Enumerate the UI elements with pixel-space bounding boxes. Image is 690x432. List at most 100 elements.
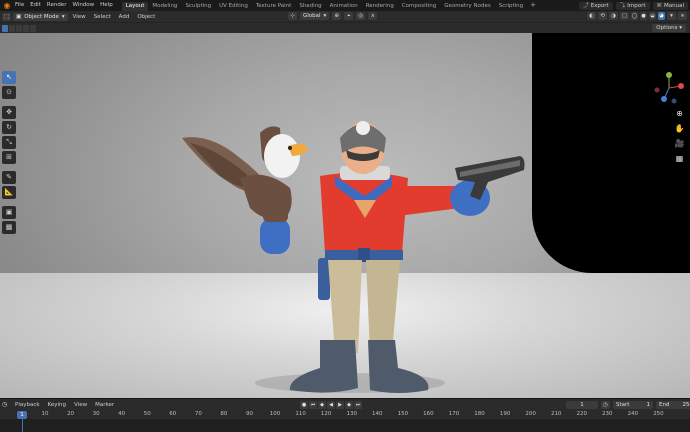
add-workspace-icon[interactable]: + (527, 0, 539, 11)
menu-object[interactable]: Object (134, 14, 158, 20)
clock-icon[interactable]: ◷ (601, 401, 610, 409)
sidebar-toggle-icon[interactable]: ⏸ (678, 12, 687, 20)
tab-texture-paint[interactable]: Texture Paint (252, 2, 296, 11)
tab-uv-editing[interactable]: UV Editing (215, 2, 252, 11)
add-object-icon[interactable]: ▩ (2, 221, 16, 234)
timeline-area[interactable]: 10 20 30 40 50 60 70 80 90 100 110 120 130 140 150 160 1… (0, 410, 690, 432)
transform-orientation-icon[interactable]: ⊹ (288, 12, 297, 20)
select-box-icon[interactable]: ↖ (2, 71, 16, 84)
menu-select[interactable]: Select (91, 14, 114, 20)
timeline-editor-icon[interactable]: ◷ (2, 401, 11, 409)
left-toolbar: ↖ ⊙ ✥ ↻ ⤡ ⊞ ✎ 📐 ▣ ▩ (2, 71, 17, 234)
menu-keying[interactable]: Keying (44, 402, 70, 408)
overlays-icon[interactable]: ◑ (609, 12, 618, 20)
navigation-gizmo[interactable] (652, 71, 686, 105)
select-subtract-icon[interactable] (16, 24, 22, 32)
cursor-icon[interactable]: ⊙ (2, 86, 16, 99)
prev-key-icon[interactable]: ◆ (318, 401, 326, 409)
blender-logo-icon[interactable]: ◉ (2, 1, 12, 10)
playhead[interactable]: 1 (17, 411, 27, 419)
rotate-icon[interactable]: ↻ (2, 121, 16, 134)
select-new-icon[interactable] (2, 24, 8, 32)
tab-modeling[interactable]: Modeling (148, 2, 181, 11)
select-invert-icon[interactable] (23, 24, 29, 32)
rendered-shading-icon[interactable]: ◕ (658, 12, 665, 20)
visibility-icon[interactable]: ◐ (587, 12, 596, 20)
tab-shading[interactable]: Shading (295, 2, 325, 11)
orientation-dropdown[interactable]: Global ▾ (300, 12, 330, 20)
wireframe-shading-icon[interactable]: ◯ (631, 12, 638, 20)
menu-add[interactable]: Add (116, 14, 133, 20)
falloff-icon[interactable]: ∧ (368, 12, 378, 20)
solid-shading-icon[interactable]: ● (640, 12, 647, 20)
chevron-down-icon: ▾ (323, 13, 327, 19)
grid-perspective-icon[interactable]: ▦ (674, 153, 685, 164)
proportional-edit-icon[interactable]: ◎ (356, 12, 366, 20)
camera-view-icon[interactable]: 🎥 (674, 138, 685, 149)
current-frame-field[interactable]: 1 (566, 401, 598, 409)
menu-playback[interactable]: Playback (11, 402, 44, 408)
frame-tick-label: 10 (41, 411, 49, 417)
viewport-nav-icons: ⊕ ✋ 🎥 ▦ (674, 108, 685, 164)
record-icon[interactable]: ● (300, 401, 308, 409)
frame-tick-label: 100 (269, 411, 281, 417)
export-button[interactable]: ⤴ Export (579, 1, 613, 10)
play-reverse-icon[interactable]: ◀ (327, 401, 335, 409)
tab-animation[interactable]: Animation (326, 2, 362, 11)
menu-window[interactable]: Window (69, 0, 97, 11)
3d-viewport[interactable]: ↖ ⊙ ✥ ↻ ⤡ ⊞ ✎ 📐 ▣ ▩ ⊕ ✋ 🎥 ▦ (0, 33, 690, 398)
menu-help[interactable]: Help (97, 0, 116, 11)
measure-icon[interactable]: 📐 (2, 186, 16, 199)
import-icon: ⤵ (619, 2, 626, 9)
move-icon[interactable]: ✥ (2, 106, 16, 119)
pivot-icon[interactable]: ⊕ (332, 12, 342, 20)
menu-file[interactable]: File (12, 0, 27, 11)
frame-tick-label: 210 (550, 411, 562, 417)
character-model[interactable] (170, 78, 530, 398)
menu-render[interactable]: Render (44, 0, 70, 11)
tab-sculpting[interactable]: Sculpting (181, 2, 215, 11)
export-icon: ⤴ (583, 2, 589, 9)
mode-dropdown[interactable]: ▣ Object Mode ▾ (13, 12, 68, 21)
frame-tick-label: 170 (448, 411, 460, 417)
menu-edit[interactable]: Edit (27, 0, 44, 11)
tab-geometry-nodes[interactable]: Geometry Nodes (440, 2, 494, 11)
add-cube-icon[interactable]: ▣ (2, 206, 16, 219)
zoom-icon[interactable]: ⊕ (674, 108, 685, 119)
frame-tick-label: 120 (320, 411, 332, 417)
gizmo-toggle-icon[interactable]: ⟲ (598, 12, 607, 20)
tab-rendering[interactable]: Rendering (362, 2, 398, 11)
play-icon[interactable]: ▶ (336, 401, 344, 409)
frame-tick-label: 50 (143, 411, 151, 417)
select-intersect-icon[interactable] (30, 24, 36, 32)
options-dropdown[interactable]: Options ▾ (652, 24, 686, 32)
manual-button[interactable]: ⌘ Manual (652, 1, 688, 10)
tab-scripting[interactable]: Scripting (495, 2, 527, 11)
shading-options-icon[interactable]: ▾ (667, 12, 676, 20)
transform-icon[interactable]: ⊞ (2, 151, 16, 164)
frame-ruler[interactable]: 10 20 30 40 50 60 70 80 90 100 110 120 130 140 150 160 1… (0, 410, 690, 419)
jump-start-icon[interactable]: ⏮ (309, 401, 317, 409)
frame-tick-label: 140 (372, 411, 383, 417)
tab-layout[interactable]: Layout (121, 1, 149, 11)
snap-icon[interactable]: ⌖ (344, 12, 354, 20)
start-frame-field[interactable]: Start 1 (613, 401, 653, 409)
material-shading-icon[interactable]: ◒ (649, 12, 656, 20)
frame-tick-label: 80 (220, 411, 228, 417)
end-frame-field[interactable]: End250 (656, 401, 690, 409)
import-button[interactable]: ⤵ Import (615, 1, 650, 10)
menu-timeline-view[interactable]: View (70, 402, 91, 408)
jump-end-icon[interactable]: ⏭ (354, 401, 362, 409)
next-key-icon[interactable]: ◆ (345, 401, 353, 409)
scale-icon[interactable]: ⤡ (2, 136, 16, 149)
menu-view[interactable]: View (70, 14, 89, 20)
mode-icon: ▣ (16, 13, 22, 20)
transport-controls: ● ⏮ ◆ ◀ ▶ ◆ ⏭ (300, 401, 362, 409)
menu-marker[interactable]: Marker (91, 402, 118, 408)
xray-icon[interactable]: ▢ (620, 12, 629, 20)
hand-pan-icon[interactable]: ✋ (674, 123, 685, 134)
annotate-icon[interactable]: ✎ (2, 171, 16, 184)
tab-compositing[interactable]: Compositing (398, 2, 440, 11)
editor-type-icon[interactable]: ⬚ (2, 12, 11, 21)
select-extend-icon[interactable] (9, 24, 15, 32)
